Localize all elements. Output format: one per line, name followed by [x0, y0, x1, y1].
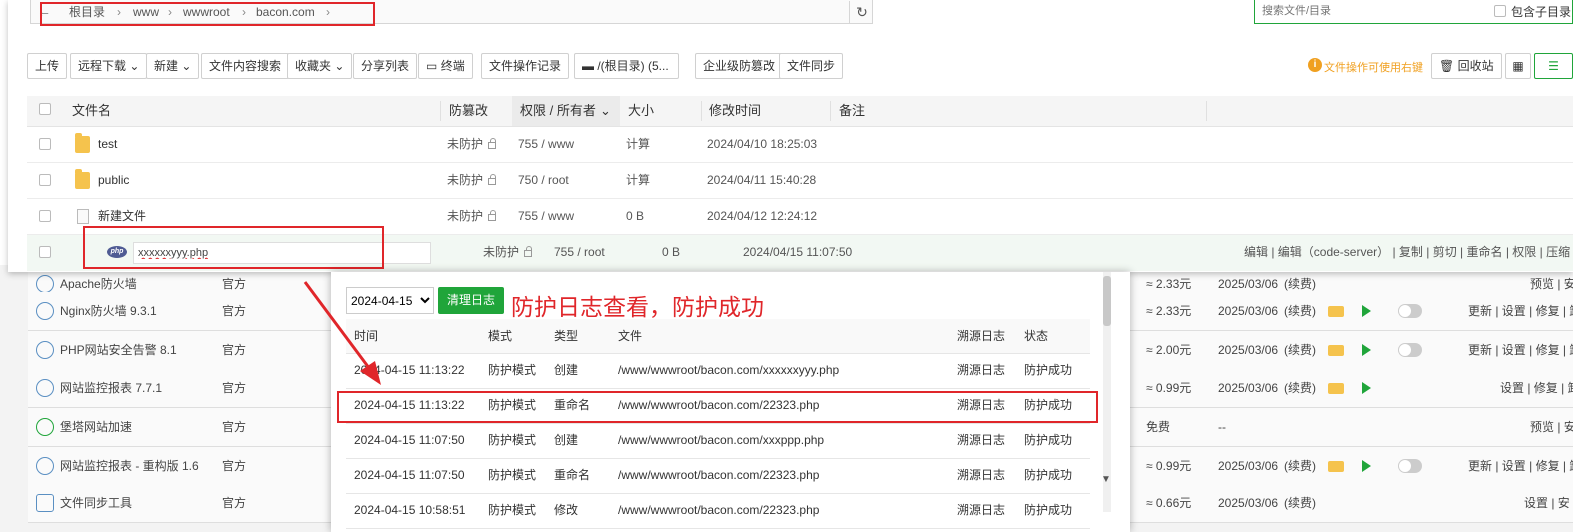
annotation-arrow-icon [303, 281, 381, 385]
